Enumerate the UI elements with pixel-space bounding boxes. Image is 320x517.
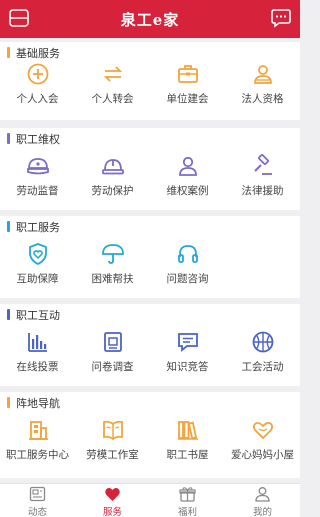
- bar-chart-icon: [28, 333, 47, 352]
- basketball-icon: [252, 331, 274, 353]
- service-item-union-activities[interactable]: 工会活动: [225, 326, 300, 392]
- person-icon: [255, 487, 270, 502]
- service-item-label: 职工服务中心: [6, 449, 69, 461]
- section-worker-services: 职工服务 互助保障 困难帮扶 问题咨询: [0, 216, 300, 298]
- umbrella-icon: [102, 244, 124, 264]
- section-title: 阵地导航: [16, 398, 60, 410]
- shield-heart-icon: [29, 243, 47, 266]
- service-item-consultation[interactable]: 问题咨询: [150, 238, 225, 304]
- cap-icon: [27, 158, 49, 175]
- section-header: 职工互动: [0, 304, 300, 324]
- tab-services[interactable]: 服务: [75, 484, 150, 517]
- service-grid: 在线投票 问卷调查 知识竞答 工会活动: [0, 326, 300, 392]
- section-accent-bar: [7, 47, 10, 58]
- questionnaire-icon: [104, 332, 122, 352]
- service-item-transfer[interactable]: 个人转会: [75, 58, 150, 124]
- service-item-label: 法人资格: [241, 93, 284, 105]
- section-rights-protection: 职工维权 劳动监督 劳动保护 维权案例 法律援助: [0, 128, 300, 210]
- tab-label: 动态: [27, 507, 47, 517]
- gavel-icon: [254, 154, 272, 175]
- gift-box-icon: [179, 487, 196, 502]
- tab-label: 我的: [252, 507, 272, 517]
- service-item-mothers-room[interactable]: 爱心妈妈小屋: [225, 414, 300, 480]
- tab-label: 服务: [102, 507, 122, 517]
- service-item-hardship-assistance[interactable]: 困难帮扶: [75, 238, 150, 304]
- app-header: 泉工e家: [0, 0, 300, 38]
- service-item-model-worker-studio[interactable]: 劳模工作室: [75, 414, 150, 480]
- section-title: 职工服务: [16, 222, 60, 234]
- service-item-legal-aid[interactable]: 法律援助: [225, 150, 300, 216]
- service-item-label: 单位建会: [166, 93, 209, 105]
- section-venue-navigation: 阵地导航 职工服务中心 劳模工作室 职工书屋 爱心妈妈小屋: [0, 392, 300, 478]
- service-item-label: 知识竞答: [166, 361, 209, 373]
- service-item-label: 劳动保护: [91, 185, 134, 197]
- headphones-icon: [178, 245, 198, 263]
- service-item-survey[interactable]: 问卷调查: [75, 326, 150, 392]
- section-accent-bar: [7, 309, 10, 320]
- service-item-label: 问题咨询: [166, 273, 209, 285]
- service-item-label: 法律援助: [241, 185, 284, 197]
- newspaper-icon: [29, 486, 46, 502]
- service-item-label: 个人入会: [16, 93, 59, 105]
- service-grid: 职工服务中心 劳模工作室 职工书屋 爱心妈妈小屋: [0, 414, 300, 480]
- heart-icon: [252, 421, 274, 440]
- tab-news[interactable]: 动态: [0, 484, 75, 517]
- section-worker-interaction: 职工互动 在线投票 问卷调查 知识竞答 工会活动: [0, 304, 300, 386]
- service-item-label: 问卷调查: [91, 361, 134, 373]
- briefcase-icon: [178, 65, 198, 83]
- transfer-arrows-icon: [103, 66, 123, 82]
- service-item-label: 工会活动: [241, 361, 284, 373]
- service-item-label: 爱心妈妈小屋: [231, 449, 294, 461]
- service-grid: 个人入会 个人转会 单位建会 法人资格: [0, 58, 300, 124]
- service-item-book-house[interactable]: 职工书屋: [150, 414, 225, 480]
- chat-question-icon: [178, 333, 198, 352]
- books-icon: [178, 421, 198, 440]
- service-item-quiz[interactable]: 知识竞答: [150, 326, 225, 392]
- service-grid: 劳动监督 劳动保护 维权案例 法律援助: [0, 150, 300, 216]
- service-item-service-center[interactable]: 职工服务中心: [0, 414, 75, 480]
- service-item-labor-protection[interactable]: 劳动保护: [75, 150, 150, 216]
- section-title: 职工维权: [16, 134, 60, 146]
- service-item-mutual-aid[interactable]: 互助保障: [0, 238, 75, 304]
- service-item-label: 维权案例: [166, 185, 209, 197]
- section-accent-bar: [7, 133, 10, 144]
- tab-benefits[interactable]: 福利: [150, 484, 225, 517]
- service-item-unit-union[interactable]: 单位建会: [150, 58, 225, 124]
- section-accent-bar: [7, 397, 10, 408]
- app-title: 泉工e家: [120, 11, 180, 29]
- open-book-icon: [103, 420, 123, 441]
- service-item-label: 个人转会: [91, 93, 134, 105]
- service-item-labor-supervision[interactable]: 劳动监督: [0, 150, 75, 216]
- service-item-label: 互助保障: [16, 273, 59, 285]
- service-grid: 互助保障 困难帮扶 问题咨询: [0, 238, 300, 304]
- tab-label: 福利: [177, 507, 197, 517]
- service-item-label: 劳模工作室: [86, 449, 139, 461]
- service-item-label: 职工书屋: [166, 449, 209, 461]
- service-item-label: 困难帮扶: [91, 273, 134, 285]
- heart-icon: [105, 487, 120, 501]
- service-item-online-voting[interactable]: 在线投票: [0, 326, 75, 392]
- section-title: 职工互动: [16, 310, 60, 322]
- service-item-join[interactable]: 个人入会: [0, 58, 75, 124]
- tab-profile[interactable]: 我的: [225, 484, 300, 517]
- plus-circle-icon: [27, 63, 49, 85]
- helmet-icon: [102, 159, 124, 175]
- bottom-tab-bar: 动态 服务 福利 我的: [0, 483, 300, 517]
- section-header: 职工维权: [0, 128, 300, 148]
- service-item-legal-person[interactable]: 法人资格: [225, 58, 300, 124]
- section-header: 阵地导航: [0, 392, 300, 412]
- building-icon: [29, 421, 48, 440]
- person-icon: [179, 156, 197, 176]
- section-basic-services: 基础服务 个人入会 个人转会 单位建会 法人资格: [0, 42, 300, 120]
- chat-bubble-icon[interactable]: [270, 8, 292, 28]
- section-accent-bar: [7, 221, 10, 232]
- service-item-label: 劳动监督: [16, 185, 59, 197]
- section-header: 职工服务: [0, 216, 300, 236]
- service-item-rights-cases[interactable]: 维权案例: [150, 150, 225, 216]
- user-group-icon: [254, 65, 272, 84]
- service-item-label: 在线投票: [16, 361, 59, 373]
